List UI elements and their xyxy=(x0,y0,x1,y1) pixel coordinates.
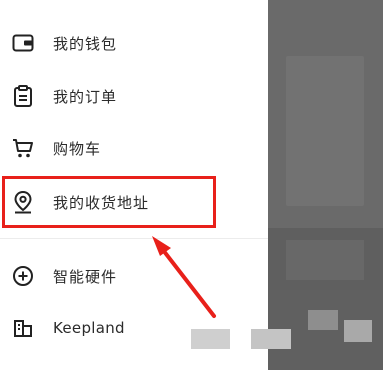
annotation-arrow xyxy=(152,236,216,318)
